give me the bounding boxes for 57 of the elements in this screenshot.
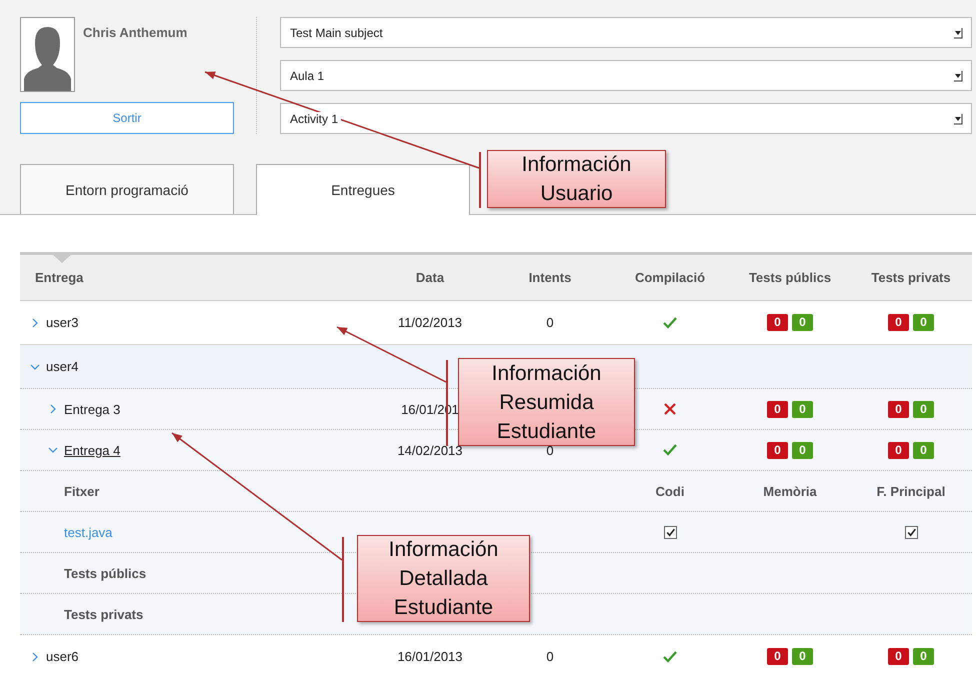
- callout: Información Usuario: [487, 150, 666, 208]
- column-header: Tests privats: [870, 270, 952, 285]
- student-name: user4: [46, 359, 79, 374]
- failed-count-badge: 0: [888, 314, 909, 331]
- caret-icon[interactable]: [30, 318, 40, 328]
- tab[interactable]: Entregues: [256, 164, 470, 215]
- failed-count-badge: 0: [767, 442, 788, 458]
- dropdown[interactable]: Test Main subject: [280, 17, 972, 48]
- caret-icon[interactable]: [48, 404, 58, 414]
- passed-count-badge: 0: [913, 442, 934, 458]
- passed-count-badge: 0: [792, 442, 813, 458]
- checkbox[interactable]: [904, 526, 918, 538]
- dropdown[interactable]: Aula 1: [280, 60, 972, 91]
- dropdown[interactable]: Activity 1: [280, 103, 972, 134]
- column-header: Tests públics: [748, 270, 832, 285]
- callout: Información Detallada Estudiante: [357, 535, 530, 622]
- dropdown-arrow-icon: [953, 26, 963, 38]
- passed-count-badge: 0: [792, 314, 813, 331]
- submission-link[interactable]: Entrega 3: [64, 402, 120, 416]
- caret-icon[interactable]: [48, 445, 58, 455]
- column-header: F. Principal: [876, 484, 946, 498]
- column-header: Entrega: [34, 270, 84, 285]
- avatar-icon: [20, 17, 75, 92]
- passed-count-badge: 0: [792, 400, 813, 418]
- section-label: Tests privats: [64, 606, 144, 622]
- student-name: user3: [46, 315, 79, 330]
- passed-count-badge: 0: [913, 648, 934, 665]
- user-name: Chris Anthemum: [83, 25, 188, 42]
- failed-count-badge: 0: [767, 648, 788, 665]
- attempts-cell: 0: [546, 315, 554, 330]
- dropdown-arrow-icon: [953, 70, 963, 82]
- passed-count-badge: 0: [913, 314, 934, 331]
- date-cell: 11/02/2013: [398, 315, 462, 330]
- checkbox[interactable]: [664, 526, 676, 538]
- failed-count-badge: 0: [888, 648, 909, 665]
- dropdown-arrow-icon: [953, 112, 963, 124]
- tab[interactable]: Entorn programació: [20, 164, 234, 214]
- caret-icon[interactable]: [30, 652, 40, 662]
- passed-count-badge: 0: [792, 648, 813, 665]
- failed-count-badge: 0: [888, 442, 909, 458]
- submission-link[interactable]: Entrega 4: [64, 442, 120, 458]
- column-header: Data: [414, 270, 446, 285]
- column-header: Memòria: [763, 484, 817, 498]
- student-name: user6: [46, 649, 79, 664]
- failed-count-badge: 0: [767, 400, 788, 418]
- section-label: Tests públics: [64, 566, 146, 580]
- failed-count-badge: 0: [888, 400, 909, 418]
- caret-icon[interactable]: [30, 362, 40, 372]
- date-cell: 16/01/2013: [397, 649, 463, 664]
- passed-count-badge: 0: [913, 400, 934, 418]
- failed-count-badge: 0: [767, 314, 788, 331]
- attempts-cell: 0: [546, 649, 554, 664]
- column-header: Fitxer: [64, 484, 100, 498]
- column-header: Codi: [656, 484, 684, 498]
- column-header: Compilació: [634, 270, 706, 285]
- callout: Información Resumida Estudiante: [458, 358, 635, 446]
- column-header: Intents: [528, 270, 572, 285]
